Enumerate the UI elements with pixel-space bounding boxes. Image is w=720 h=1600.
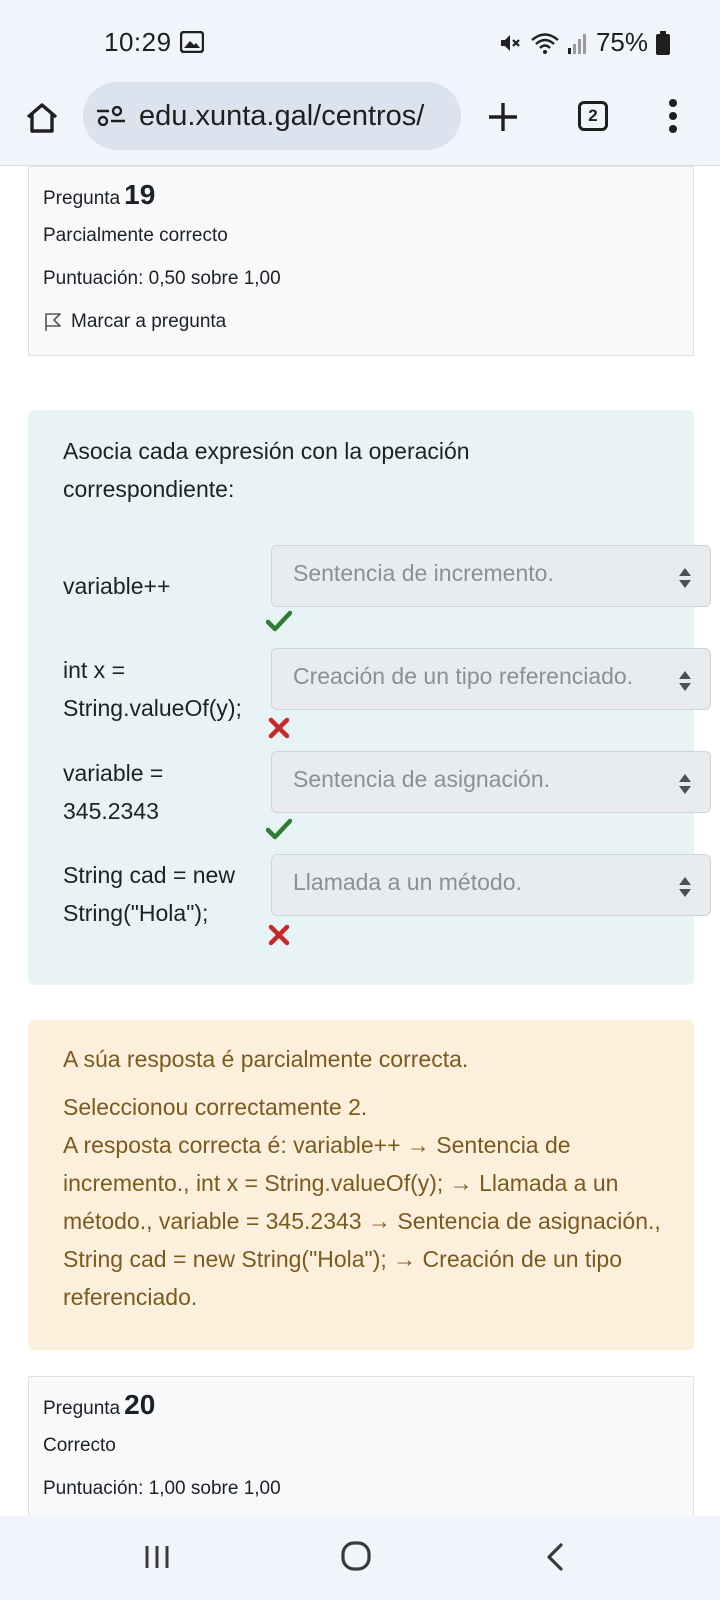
home-icon[interactable] [24,100,60,136]
match-select-value: Sentencia de incremento. [293,560,554,586]
match-select[interactable]: Llamada a un método. [271,854,711,916]
signal-icon [567,33,586,54]
question-label: Pregunta [43,188,121,209]
match-select-value: Sentencia de asignación. [293,766,551,792]
question-text-line: correspondiente: [63,476,235,502]
match-select[interactable]: Sentencia de incremento. [271,545,711,607]
back-icon[interactable] [545,1542,565,1572]
question-number: Pregunta 19 [43,179,679,211]
match-select-value: Creación de un tipo referenciado. [293,663,634,689]
num-correct-feedback: Seleccionou correctamente 2. [63,1094,368,1120]
question-grade: Puntuación: 0,50 sobre 1,00 [43,268,281,289]
status-right: 75% [498,27,670,58]
match-expression: variable++ [63,567,278,605]
question-number-value: 19 [124,179,156,210]
match-select[interactable]: Creación de un tipo referenciado. [271,648,711,710]
mute-icon [500,34,520,51]
general-feedback: A súa resposta é parcialmente correcta. [63,1046,469,1072]
question-label: Pregunta [43,1398,121,1419]
match-select-value: Llamada a un método. [293,869,522,895]
photo-icon [180,31,204,53]
match-expression-line: String("Hola"); [63,900,209,926]
status-time: 10:29 [104,27,172,57]
match-expression: variable = 345.2343 [63,754,278,830]
battery-icon [656,30,670,55]
match-expression: String cad = new String("Hola"); [63,856,278,932]
recent-apps-icon[interactable] [143,1544,171,1570]
question-text-box: Asocia cada expresión con la operación c… [28,410,711,985]
incorrect-cross-icon [268,717,290,739]
page-content: Pregunta 19 Parcialmente correcto Puntuac… [0,166,720,1516]
wifi-icon [531,32,559,54]
question-state: Parcialmente correcto [43,225,228,246]
question-info: Pregunta 20 Correcto Puntuación: 1,00 sob… [28,1376,694,1516]
match-expression-line: variable = [63,760,164,786]
browser-toolbar: edu.xunta.gal/centros/ 2 [0,80,720,166]
url-text: edu.xunta.gal/centros/ [139,100,425,132]
flag-icon [45,313,61,331]
match-select[interactable]: Sentencia de asignación. [271,751,711,813]
correct-check-icon [266,818,292,840]
match-expression-line: int x = [63,657,126,683]
site-settings-icon[interactable] [97,106,125,126]
flag-label: Marcar a pregunta [71,311,227,332]
overflow-menu-icon[interactable] [668,98,678,134]
select-arrows-icon [679,877,691,897]
incorrect-cross-icon [268,924,290,946]
select-arrows-icon [679,774,691,794]
feedback-box: A súa resposta é parcialmente correcta. … [28,1020,694,1350]
question-state: Correcto [43,1435,116,1456]
flag-question-link[interactable]: Marcar a pregunta [43,311,679,333]
home-circle-icon[interactable] [340,1540,372,1572]
match-expression: int x = String.valueOf(y); [63,651,278,727]
question-number: Pregunta 20 [43,1389,679,1421]
question-text: Asocia cada expresión con la operación c… [63,432,663,508]
select-arrows-icon [679,568,691,588]
question-info: Pregunta 19 Parcialmente correcto Puntuac… [28,166,694,356]
match-expression-line: variable++ [63,573,171,599]
tabs-icon[interactable]: 2 [578,101,608,131]
plus-icon[interactable] [486,100,520,134]
correct-check-icon [266,610,292,632]
question-number-value: 20 [124,1389,156,1420]
right-answer-feedback: A resposta correcta é: variable++ → Sent… [63,1132,661,1310]
address-bar[interactable]: edu.xunta.gal/centros/ [83,82,461,150]
system-nav-bar [0,1516,720,1600]
select-arrows-icon [679,671,691,691]
status-bar: 10:29 75% [0,0,720,80]
match-expression-line: 345.2343 [63,798,159,824]
question-grade: Puntuación: 1,00 sobre 1,00 [43,1478,281,1499]
question-text-line: Asocia cada expresión con la operación [63,438,470,464]
match-expression-line: String.valueOf(y); [63,695,242,721]
tab-count: 2 [588,106,598,125]
match-expression-line: String cad = new [63,862,235,888]
battery-percent: 75% [595,27,648,57]
